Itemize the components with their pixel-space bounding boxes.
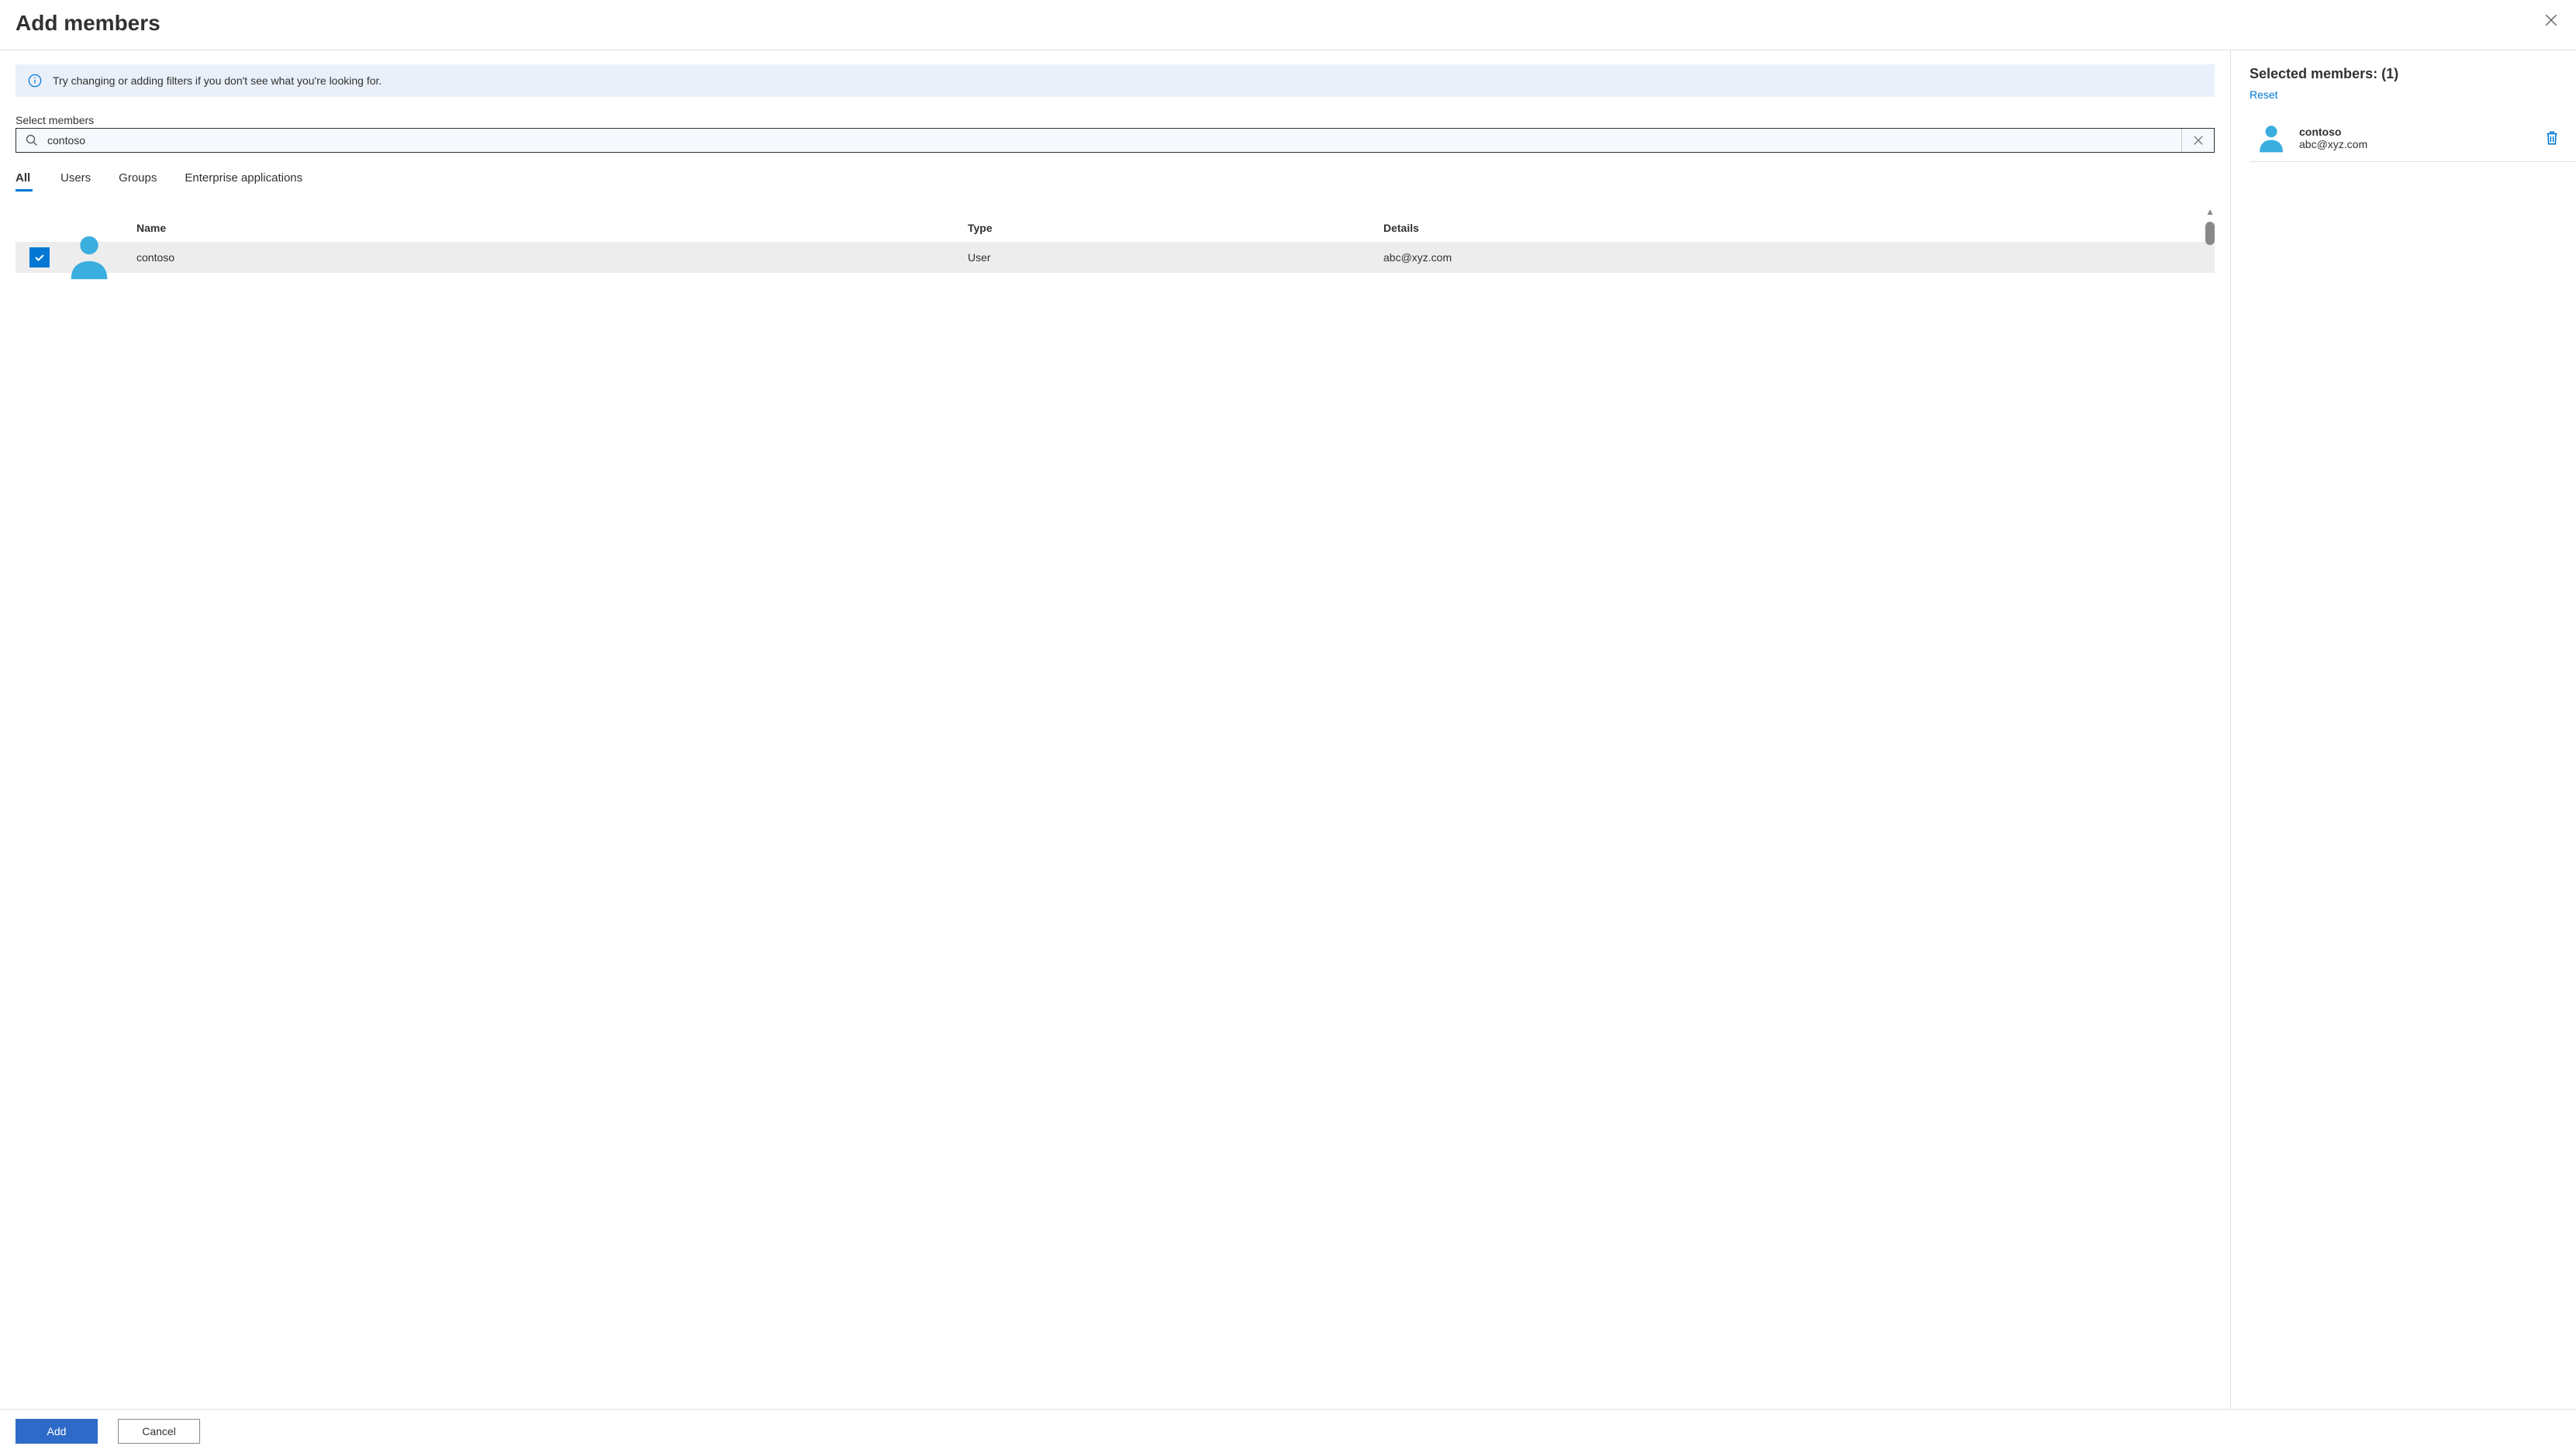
user-icon xyxy=(2256,123,2287,154)
footer: Add Cancel xyxy=(0,1409,2576,1453)
add-button[interactable]: Add xyxy=(16,1419,98,1444)
left-pane: Try changing or adding filters if you do… xyxy=(0,50,2231,1409)
modal-header: Add members xyxy=(0,0,2576,50)
close-icon xyxy=(2544,13,2558,27)
info-text: Try changing or adding filters if you do… xyxy=(53,74,382,87)
results-list: ▲ Name Type Details xyxy=(16,206,2215,1409)
tab-groups[interactable]: Groups xyxy=(119,171,157,200)
search-box[interactable] xyxy=(16,128,2215,153)
selected-member-item: contoso abc@xyz.com xyxy=(2250,115,2576,162)
remove-selected-button[interactable] xyxy=(2543,129,2560,147)
row-checkbox[interactable] xyxy=(29,247,50,267)
selected-name: contoso xyxy=(2299,126,2543,138)
info-icon xyxy=(28,74,42,88)
table-header: Name Type Details xyxy=(16,206,2215,242)
right-pane: Selected members: (1) Reset contoso abc@… xyxy=(2231,50,2576,1409)
search-label: Select members xyxy=(16,114,2215,126)
result-row[interactable]: contoso User abc@xyz.com xyxy=(16,242,2215,273)
user-icon xyxy=(62,274,116,286)
scrollbar-thumb[interactable] xyxy=(2205,222,2215,245)
col-details: Details xyxy=(1383,222,2215,234)
col-type: Type xyxy=(968,222,1383,234)
search-icon xyxy=(16,134,47,147)
filter-tabs: All Users Groups Enterprise applications xyxy=(16,171,2215,200)
info-bar: Try changing or adding filters if you do… xyxy=(16,64,2215,97)
page-title: Add members xyxy=(16,11,161,36)
selected-email: abc@xyz.com xyxy=(2299,138,2543,150)
row-type: User xyxy=(968,251,1383,264)
tab-all[interactable]: All xyxy=(16,171,33,200)
scroll-up-arrow[interactable]: ▲ xyxy=(2205,206,2215,217)
trash-icon xyxy=(2543,129,2560,147)
reset-link[interactable]: Reset xyxy=(2250,88,2278,101)
tab-users[interactable]: Users xyxy=(60,171,91,200)
tab-enterprise-applications[interactable]: Enterprise applications xyxy=(185,171,302,200)
search-input[interactable] xyxy=(47,134,2181,147)
selected-members-title: Selected members: (1) xyxy=(2250,66,2576,82)
cancel-button[interactable]: Cancel xyxy=(118,1419,200,1444)
row-details: abc@xyz.com xyxy=(1383,251,2215,264)
row-name: contoso xyxy=(116,251,968,264)
check-icon xyxy=(33,251,46,264)
close-button[interactable] xyxy=(2542,11,2560,29)
col-name: Name xyxy=(116,222,968,234)
x-icon xyxy=(2193,135,2204,146)
clear-search-button[interactable] xyxy=(2181,129,2214,152)
